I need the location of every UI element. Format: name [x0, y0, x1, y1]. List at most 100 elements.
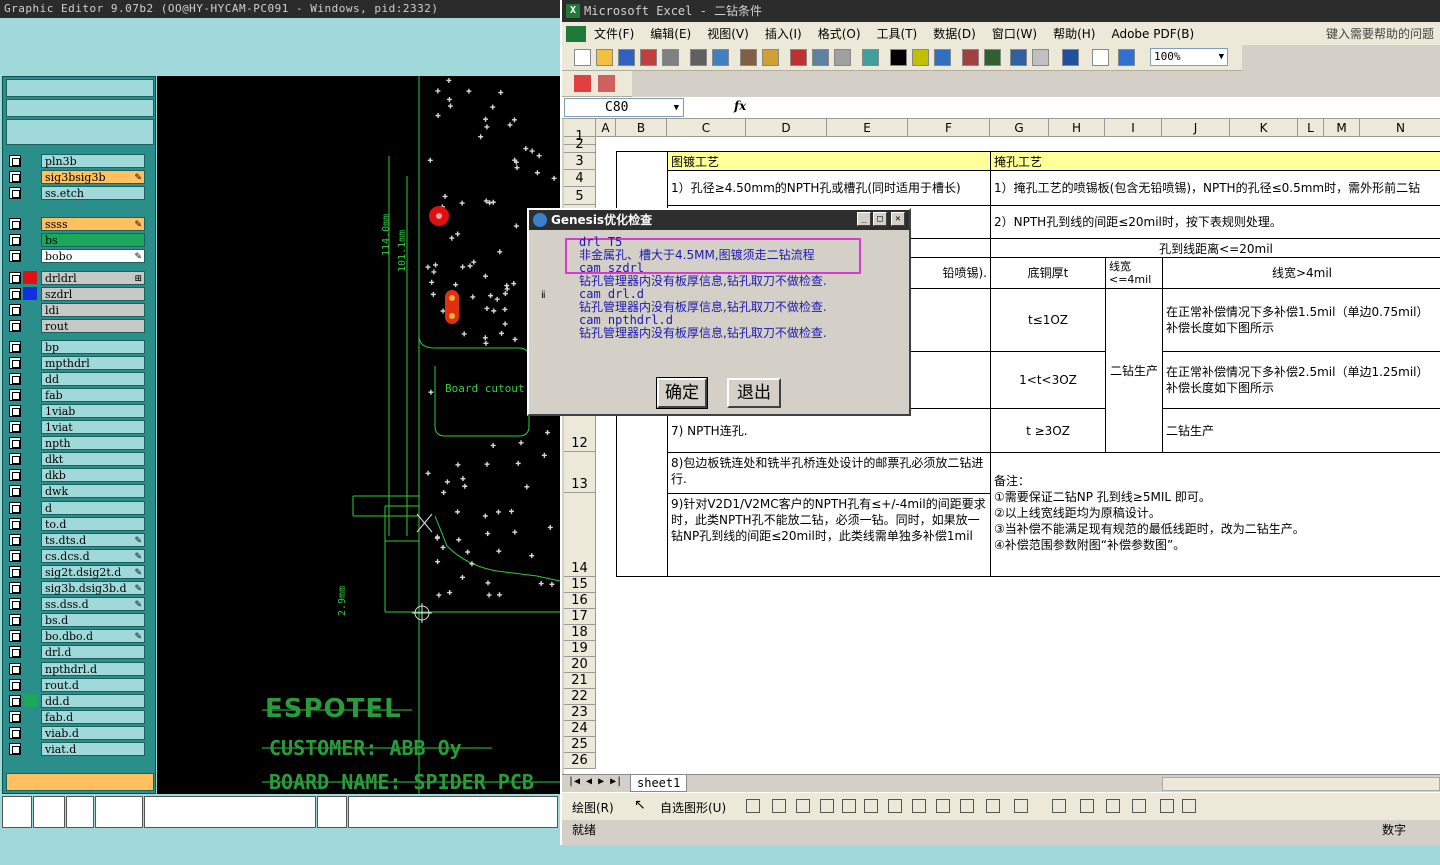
layer-name[interactable]: rout.d [41, 677, 145, 692]
drawing-tool-icon[interactable] [864, 799, 878, 813]
zoom-select[interactable]: 100% ▼ [1150, 48, 1228, 66]
layer-checkbox[interactable] [9, 437, 21, 450]
layer-row[interactable]: 1viab [9, 403, 145, 418]
column-header[interactable]: A [596, 119, 616, 137]
layer-checkbox[interactable] [9, 485, 21, 498]
layer-checkbox[interactable] [9, 598, 21, 611]
layer-checkbox[interactable] [9, 421, 21, 433]
layer-color-swatch[interactable] [23, 249, 37, 262]
row-header[interactable]: 22 [564, 689, 596, 705]
layer-checkbox[interactable] [9, 453, 21, 466]
column-header[interactable]: I [1105, 119, 1162, 137]
row-header[interactable]: 3 [564, 153, 596, 170]
layer-checkbox[interactable] [9, 469, 21, 482]
pdf-convert-icon[interactable] [574, 75, 591, 92]
menu-tools[interactable]: 工具(T) [869, 25, 926, 42]
menu-data[interactable]: 数据(D) [925, 25, 984, 42]
layer-color-swatch[interactable] [23, 549, 37, 562]
toolbar-button-icon[interactable] [740, 49, 757, 66]
table-cell[interactable]: 9)针对V2D1/V2MC客户的NPTH孔有≤+/-4mil的间距要求时，此类N… [667, 493, 991, 577]
drawing-tool-icon[interactable] [1052, 799, 1066, 813]
toolbar-button-icon[interactable] [890, 49, 907, 66]
column-header[interactable]: D [746, 119, 827, 137]
layer-row[interactable]: ts.dts.d ✎ [9, 532, 145, 547]
layer-name[interactable]: 1viab [41, 403, 145, 418]
row-header[interactable]: 24 [564, 721, 596, 737]
layer-row[interactable]: d [9, 500, 145, 515]
column-header[interactable]: F [908, 119, 990, 137]
layer-checkbox[interactable] [9, 154, 21, 167]
menu-window[interactable]: 窗口(W) [984, 25, 1045, 42]
layer-filter-box[interactable] [6, 99, 154, 117]
drawing-tool-icon[interactable] [820, 799, 834, 813]
layer-color-swatch[interactable] [23, 743, 37, 756]
layer-checkbox[interactable] [9, 356, 21, 369]
row-header[interactable]: 18 [564, 625, 596, 641]
layer-color-swatch[interactable] [23, 233, 37, 246]
layer-row[interactable]: bo.dbo.d ✎ [9, 629, 145, 644]
name-box[interactable]: C80 ▼ [564, 98, 684, 117]
drawing-tool-icon[interactable] [796, 799, 810, 813]
layer-name[interactable]: viab.d [41, 725, 145, 740]
layer-color-swatch[interactable] [23, 388, 37, 401]
layer-checkbox[interactable] [9, 662, 21, 675]
graphic-canvas[interactable]: 114.0mm 101.1mm 2.9mm Board cutout ESPOT… [157, 76, 560, 794]
layer-name[interactable]: sig2t.dsig2t.d ✎ [41, 564, 145, 579]
row-header[interactable]: 25 [564, 737, 596, 753]
layer-row[interactable]: pln3b [9, 153, 145, 168]
layer-filter-box[interactable] [6, 119, 154, 145]
column-header[interactable]: B [616, 119, 667, 137]
toolbar-button-icon[interactable] [662, 49, 679, 66]
layer-color-swatch[interactable] [23, 646, 37, 659]
drawing-tool-icon[interactable] [1132, 799, 1146, 813]
row-header[interactable]: 23 [564, 705, 596, 721]
layer-row[interactable]: npth [9, 436, 145, 451]
drawing-tool-icon[interactable] [888, 799, 902, 813]
table-cell[interactable]: 图镀工艺 [667, 151, 991, 171]
layer-color-swatch[interactable] [23, 372, 37, 385]
layer-checkbox[interactable] [9, 271, 21, 284]
layer-checkbox[interactable] [9, 303, 21, 316]
layer-color-swatch[interactable] [23, 186, 37, 199]
layer-row[interactable]: mpthdrl [9, 355, 145, 370]
layer-row[interactable]: to.d [9, 516, 145, 531]
drawing-tool-icon[interactable] [1182, 799, 1196, 813]
layer-name[interactable]: sig3bsig3b ✎ [41, 169, 145, 184]
layer-row[interactable]: npthdrl.d [9, 661, 145, 676]
layer-color-swatch[interactable] [23, 217, 37, 230]
layer-color-swatch[interactable] [23, 469, 37, 482]
table-cell[interactable]: 在正常补偿情况下多补偿2.5mil（单边1.25mil）补偿长度如下图所示 [1162, 351, 1440, 409]
layer-name[interactable]: bobo ✎ [41, 248, 145, 263]
row-header[interactable]: 4 [564, 170, 596, 187]
layer-row[interactable]: dwk [9, 484, 145, 499]
layer-row[interactable]: ldi [9, 302, 145, 317]
layer-checkbox[interactable] [9, 404, 21, 417]
layer-row[interactable]: fab.d [9, 709, 145, 724]
layer-name[interactable]: viat.d [41, 742, 145, 756]
layer-name[interactable]: npthdrl.d [41, 661, 145, 676]
row-header[interactable]: 17 [564, 609, 596, 625]
layer-color-swatch[interactable] [23, 582, 37, 595]
layer-checkbox[interactable] [9, 319, 21, 332]
layer-color-swatch[interactable] [23, 678, 37, 691]
pdf-email-icon[interactable] [598, 75, 615, 92]
layer-checkbox[interactable] [9, 726, 21, 739]
layer-checkbox[interactable] [9, 217, 21, 230]
minimize-icon[interactable]: _ [857, 212, 871, 226]
layer-checkbox[interactable] [9, 287, 21, 300]
layer-name[interactable]: dwk [41, 484, 145, 499]
layer-row[interactable]: bp [9, 339, 145, 354]
layer-row[interactable]: sig3b.dsig3b.d ✎ [9, 581, 145, 596]
layer-name[interactable]: drl.d [41, 645, 145, 660]
drawing-tool-icon[interactable] [1080, 799, 1094, 813]
drawing-tool-icon[interactable] [936, 799, 950, 813]
layer-checkbox[interactable] [9, 340, 21, 353]
layer-row[interactable]: dkt [9, 452, 145, 467]
layer-color-swatch[interactable] [23, 533, 37, 546]
draw-menu-button[interactable]: 绘图(R) [572, 799, 614, 816]
toolbar-button-icon[interactable] [1092, 49, 1109, 66]
toolbar-button-icon[interactable] [640, 49, 657, 66]
layer-checkbox[interactable] [9, 630, 21, 643]
layer-name[interactable]: npth [41, 436, 145, 451]
layer-color-swatch[interactable] [23, 356, 37, 369]
